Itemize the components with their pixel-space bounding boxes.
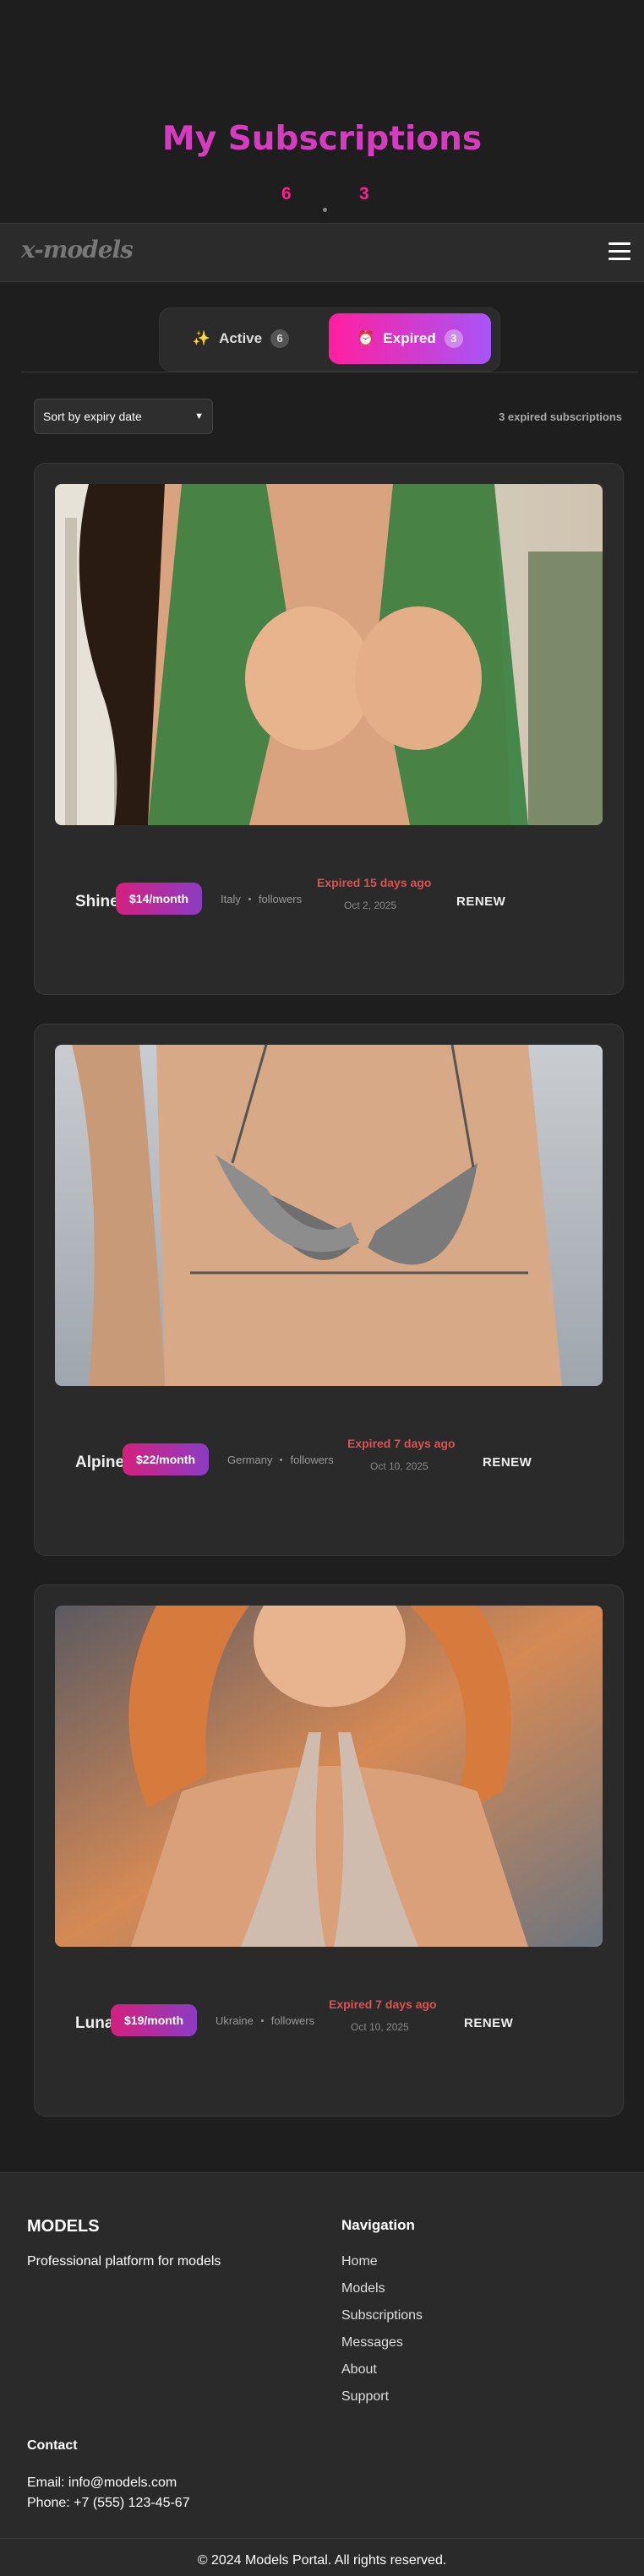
- site-footer: MODELS Professional platform for models …: [0, 2172, 644, 2576]
- model-name[interactable]: Alpine: [75, 1454, 124, 1472]
- subscription-card: Alpine $22/month Germany followers Expire…: [34, 1024, 624, 1556]
- tab-expired-count: 3: [444, 329, 463, 348]
- expiry-date: Oct 10, 2025: [351, 2021, 409, 2033]
- expired-count-summary: 3 expired subscriptions: [499, 410, 622, 423]
- model-meta: Germany followers: [227, 1454, 334, 1466]
- price-badge: $22/month: [123, 1443, 210, 1475]
- site-logo[interactable]: x-models: [21, 236, 134, 264]
- tab-active[interactable]: ✨ Active 6: [173, 313, 308, 364]
- footer-link-home[interactable]: Home: [341, 2254, 423, 2281]
- expired-status: Expired 7 days ago: [347, 1437, 456, 1450]
- expired-stat-count: 3: [359, 184, 369, 204]
- sort-selected-value: Sort by expiry date: [43, 410, 142, 423]
- model-meta: Italy followers: [221, 893, 302, 905]
- tab-active-count: 6: [270, 329, 290, 348]
- tab-expired-label: Expired: [383, 330, 436, 346]
- hamburger-menu-icon[interactable]: [609, 242, 630, 261]
- footer-brand: MODELS: [27, 2217, 100, 2236]
- subscription-card: Luna $19/month Ukraine followers Expired …: [34, 1584, 624, 2117]
- footer-link-messages[interactable]: Messages: [341, 2335, 423, 2362]
- model-name[interactable]: Shine: [75, 893, 119, 911]
- model-followers: followers: [270, 2014, 315, 2027]
- model-photo[interactable]: [55, 484, 603, 825]
- model-country: Ukraine: [216, 2014, 254, 2027]
- expired-status: Expired 15 days ago: [317, 876, 432, 889]
- model-country: Germany: [227, 1454, 273, 1466]
- expired-status: Expired 7 days ago: [329, 1997, 437, 2011]
- footer-link-support[interactable]: Support: [341, 2389, 423, 2416]
- footer-nav-list: Home Models Subscriptions Messages About…: [341, 2254, 423, 2416]
- footer-tagline: Professional platform for models: [27, 2254, 221, 2269]
- page-title: My Subscriptions: [161, 120, 483, 158]
- chevron-down-icon: ▼: [194, 411, 204, 421]
- subscription-card: Shine $14/month Italy followers Expired 1…: [34, 463, 624, 995]
- model-photo[interactable]: [55, 1606, 603, 1947]
- footer-email[interactable]: Email: info@models.com: [27, 2475, 177, 2491]
- sort-select[interactable]: Sort by expiry date ▼: [34, 399, 213, 434]
- tab-expired[interactable]: ⏰ Expired 3: [329, 313, 491, 364]
- model-country: Italy: [221, 893, 241, 905]
- footer-phone[interactable]: Phone: +7 (555) 123-45-67: [27, 2496, 190, 2511]
- stat-separator: [323, 208, 327, 212]
- price-badge: $19/month: [111, 2004, 198, 2036]
- model-photo[interactable]: [55, 1045, 603, 1386]
- expiry-date: Oct 2, 2025: [344, 899, 397, 911]
- alarm-clock-icon: ⏰: [357, 330, 375, 346]
- price-badge: $14/month: [116, 883, 203, 915]
- model-meta: Ukraine followers: [216, 2014, 314, 2027]
- subscription-tabs: ✨ Active 6 ⏰ Expired 3: [159, 307, 500, 372]
- footer-copyright: © 2024 Models Portal. All rights reserve…: [197, 2553, 447, 2568]
- footer-nav-heading: Navigation: [341, 2217, 415, 2233]
- active-stat-count: 6: [281, 184, 292, 204]
- footer-contact-heading: Contact: [27, 2438, 78, 2453]
- renew-button[interactable]: RENEW: [464, 2016, 513, 2030]
- renew-button[interactable]: RENEW: [483, 1455, 532, 1470]
- renew-button[interactable]: RENEW: [456, 894, 505, 909]
- tab-active-label: Active: [219, 330, 263, 346]
- footer-divider: [0, 2538, 644, 2539]
- footer-link-about[interactable]: About: [341, 2362, 423, 2389]
- expiry-date: Oct 10, 2025: [370, 1460, 428, 1472]
- sparkles-icon: ✨: [192, 330, 211, 346]
- model-followers: followers: [290, 1454, 334, 1466]
- model-followers: followers: [258, 893, 303, 905]
- page-header: My Subscriptions 6 3: [0, 0, 644, 223]
- footer-link-models[interactable]: Models: [341, 2281, 423, 2308]
- footer-link-subscriptions[interactable]: Subscriptions: [341, 2308, 423, 2335]
- top-navbar: x-models: [0, 223, 644, 282]
- model-name[interactable]: Luna: [75, 2014, 113, 2033]
